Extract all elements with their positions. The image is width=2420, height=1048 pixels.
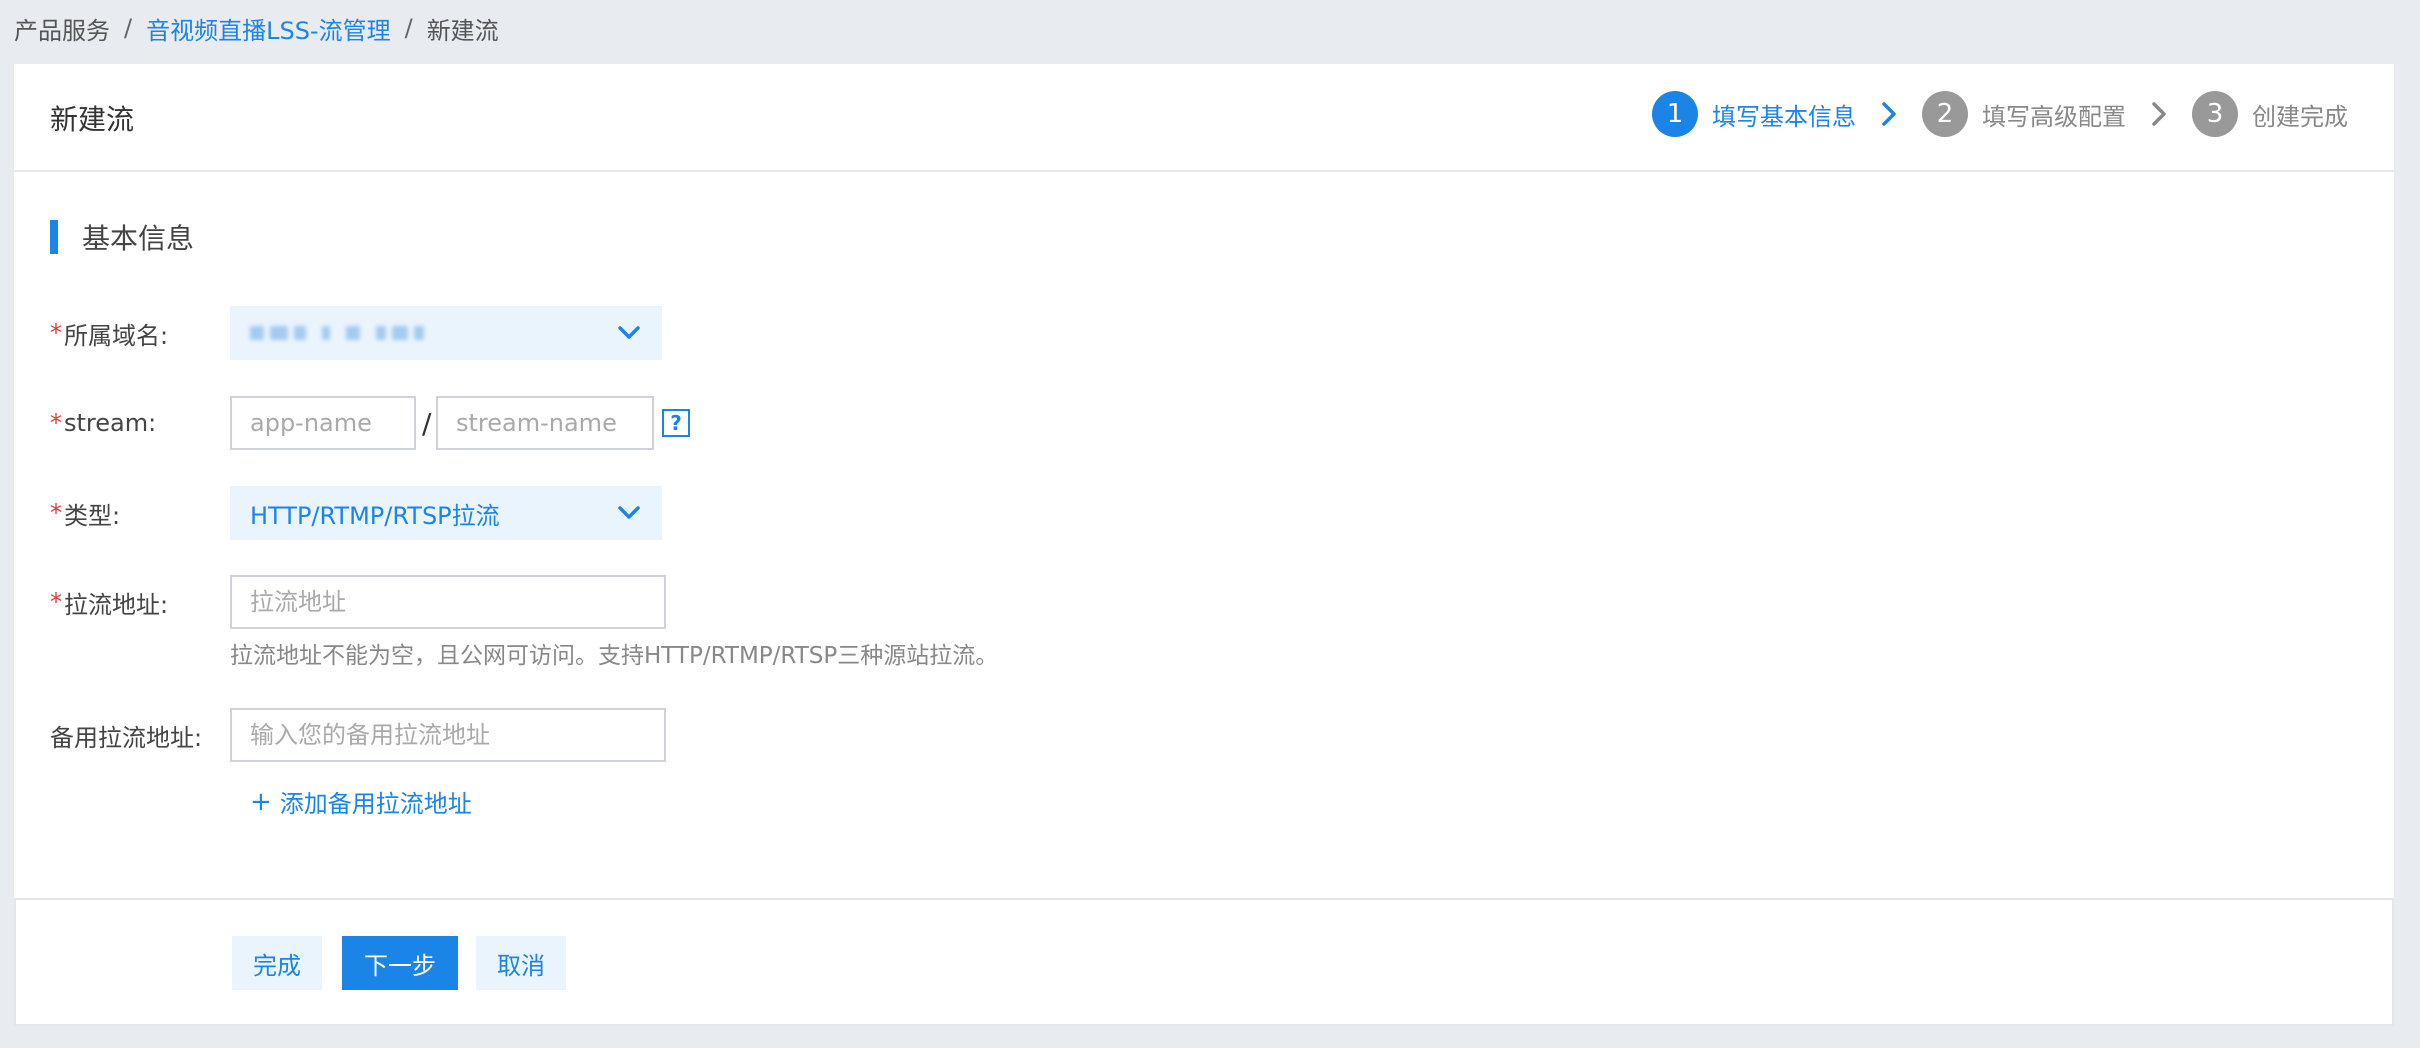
step-complete: 3 创建完成 (2192, 91, 2348, 137)
step-label: 创建完成 (2252, 102, 2348, 131)
domain-label: * 所属域名: (50, 306, 168, 360)
pull-url-label-text: 拉流地址: (64, 590, 169, 619)
stream-separator: / (422, 406, 432, 440)
chevron-right-icon (2148, 99, 2170, 129)
required-mark: * (50, 409, 62, 437)
breadcrumb-item-products[interactable]: 产品服务 (14, 11, 110, 46)
section-title: 基本信息 (50, 220, 195, 255)
type-select-value: HTTP/RTMP/RTSP拉流 (250, 501, 500, 530)
step-label: 填写高级配置 (1982, 102, 2126, 131)
next-step-button[interactable]: 下一步 (342, 936, 458, 990)
app-name-input[interactable] (230, 396, 416, 450)
backup-url-input[interactable] (230, 708, 666, 762)
header-card: 新建流 1 填写基本信息 2 填写高级配置 3 创建完成 (14, 64, 2394, 172)
type-select[interactable]: HTTP/RTMP/RTSP拉流 (230, 486, 662, 540)
section-title-text: 基本信息 (82, 222, 195, 255)
domain-select[interactable] (230, 306, 662, 360)
breadcrumb: 产品服务 / 音视频直播LSS-流管理 / 新建流 (14, 10, 499, 46)
pull-url-label: * 拉流地址: (50, 575, 168, 629)
plus-icon: + (250, 786, 272, 817)
domain-label-text: 所属域名: (64, 321, 169, 350)
step-basic-info: 1 填写基本信息 (1652, 91, 1856, 137)
required-mark: * (50, 588, 62, 616)
breadcrumb-separator: / (404, 14, 413, 42)
breadcrumb-item-stream-management[interactable]: 音视频直播LSS-流管理 (146, 11, 391, 46)
breadcrumb-item-current: 新建流 (426, 16, 499, 45)
type-label: * 类型: (50, 486, 120, 540)
wizard-steps: 1 填写基本信息 2 填写高级配置 3 创建完成 (1652, 90, 2348, 138)
step-advanced-config: 2 填写高级配置 (1922, 91, 2126, 137)
pull-url-input[interactable] (230, 575, 666, 629)
step-label: 填写基本信息 (1712, 102, 1856, 131)
cancel-button[interactable]: 取消 (476, 936, 566, 990)
backup-url-label-text: 备用拉流地址: (50, 723, 203, 752)
chevron-right-icon (1878, 99, 1900, 129)
footer-actions: 完成 下一步 取消 (14, 898, 2394, 1026)
add-backup-url-label: 添加备用拉流地址 (279, 790, 472, 818)
page-title: 新建流 (50, 103, 135, 136)
stream-label-text: stream: (64, 409, 157, 437)
step-number: 2 (1922, 91, 1968, 137)
required-mark: * (50, 319, 62, 347)
step-number: 3 (2192, 91, 2238, 137)
chevron-down-icon (616, 320, 642, 346)
add-backup-url-link[interactable]: + 添加备用拉流地址 (250, 784, 472, 819)
domain-value-obscured (250, 326, 424, 340)
stream-name-input[interactable] (436, 396, 654, 450)
required-mark: * (50, 499, 62, 527)
form-card: 基本信息 * 所属域名: * stream: / ? * 类型: HTTP (14, 172, 2394, 898)
section-accent-bar (50, 220, 58, 254)
breadcrumb-separator: / (124, 14, 133, 42)
chevron-down-icon (616, 500, 642, 526)
finish-button[interactable]: 完成 (232, 936, 322, 990)
help-icon[interactable]: ? (662, 409, 690, 437)
pull-url-hint: 拉流地址不能为空，且公网可访问。支持HTTP/RTMP/RTSP三种源站拉流。 (230, 643, 999, 669)
backup-url-label: 备用拉流地址: (50, 708, 202, 762)
stream-label: * stream: (50, 396, 156, 450)
step-number: 1 (1652, 91, 1698, 137)
type-label-text: 类型: (64, 501, 121, 530)
